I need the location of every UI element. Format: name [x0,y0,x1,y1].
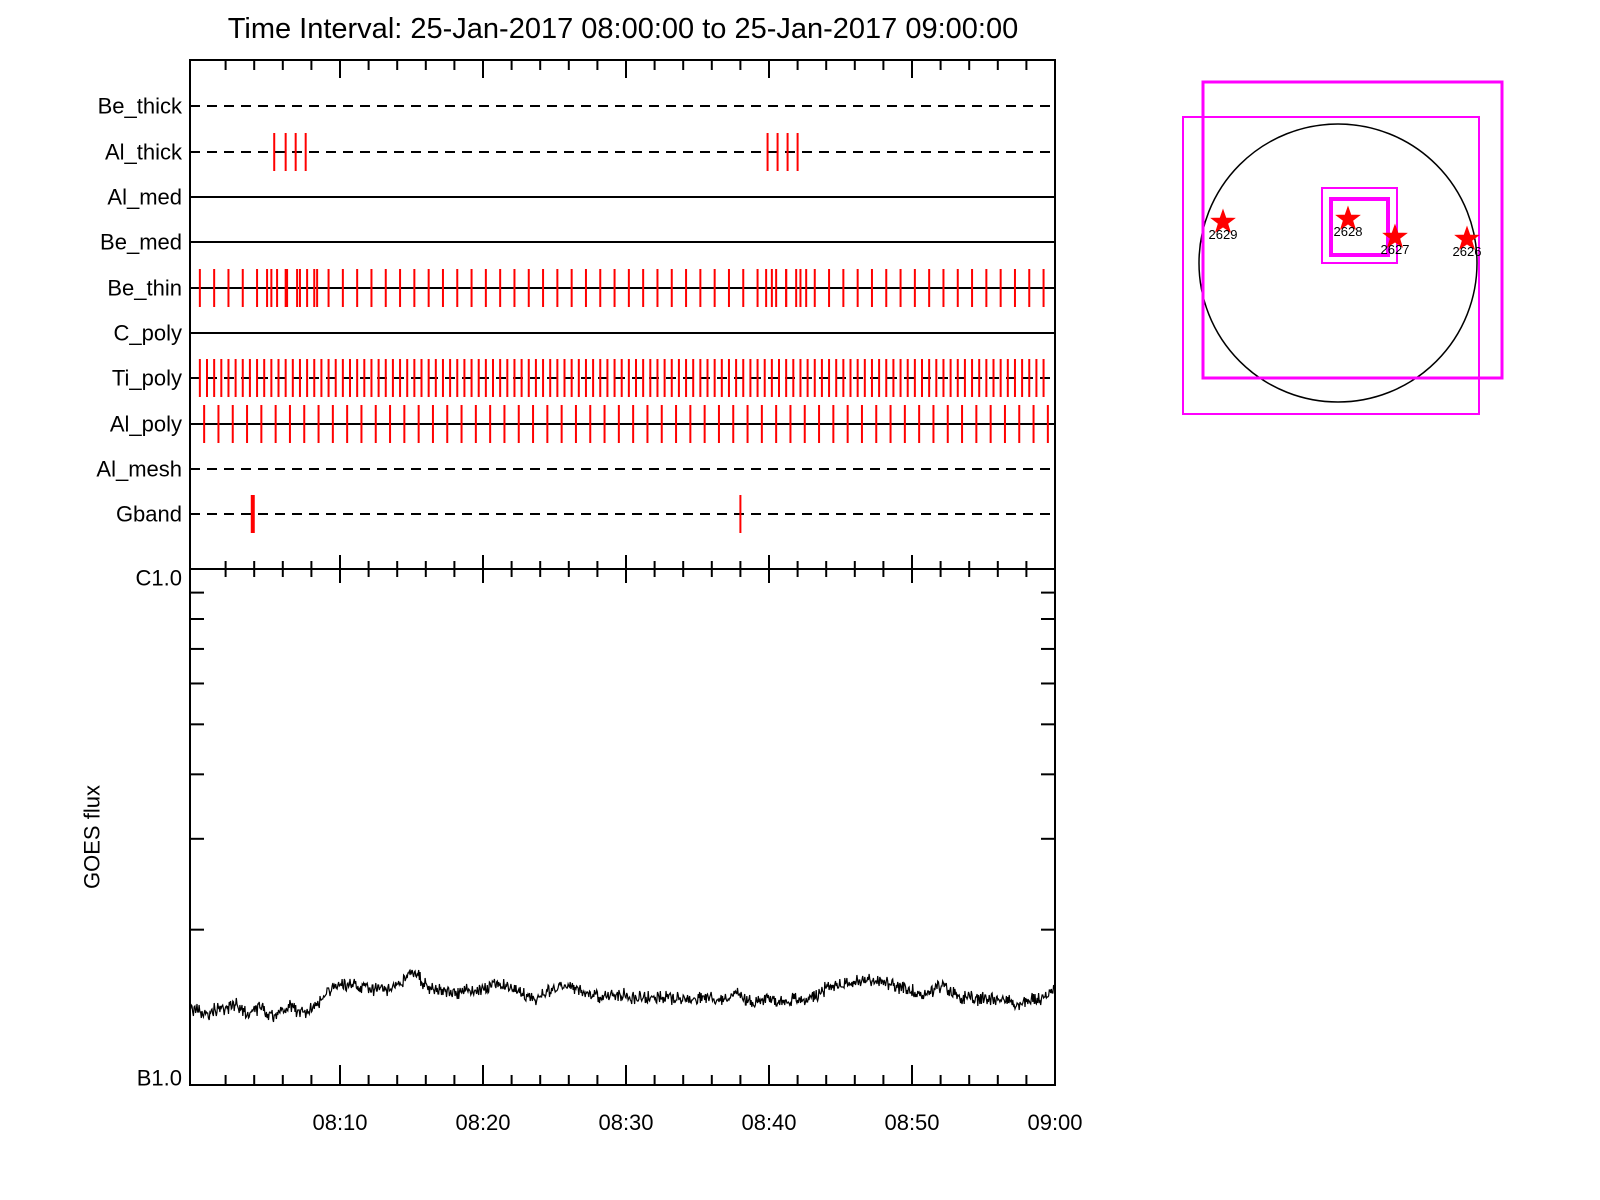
filter-label-ti_poly: Ti_poly [112,366,182,391]
goes-axis-group: C1.0 B1.0 GOES flux 08:10 08:20 08:30 08:40 08:… [80,566,1083,1136]
active-region-label: 2629 [1209,227,1238,242]
goes-ytick-label-top: C1.0 [136,566,182,591]
filter-row-al_mesh: Al_mesh [96,457,1055,482]
active-region-2629: 2629 [1209,208,1238,242]
goes-ytick-label-bottom: B1.0 [137,1066,182,1091]
filter-row-be_med: Be_med [100,230,1055,255]
filter-label-al_med: Al_med [107,185,182,210]
filter-label-be_thick: Be_thick [98,94,183,119]
active-region-label: 2628 [1334,224,1363,239]
active-region-2628: 2628 [1334,205,1363,239]
filter-label-c_poly: C_poly [114,321,182,346]
goes-flux-curve [190,968,1056,1023]
time-tick-label: 08:50 [884,1110,939,1135]
filter-row-al_thick: Al_thick [105,133,1055,171]
active-region-label: 2626 [1453,244,1482,259]
time-tick-label: 08:30 [598,1110,653,1135]
filter-timeline-panel [189,59,1056,570]
filter-row-be_thick: Be_thick [98,94,1055,119]
fov-box-1 [1182,116,1480,415]
filter-row-c_poly: C_poly [114,321,1055,346]
active-region-label: 2627 [1381,242,1410,257]
filter-label-al_thick: Al_thick [105,140,183,165]
xrt-goes-observation-summary: Time Interval: 25-Jan-2017 08:00:00 to 2… [0,0,1600,1200]
filter-label-be_med: Be_med [100,230,182,255]
filter-row-gband: Gband [116,495,1055,533]
observation-chart: Be_thick Al_thick Al_med Be_med Be_thin C_pol… [80,59,1504,1136]
solar-disk-inset: 2629 2628 2627 2626 [1182,80,1504,415]
time-tick-label: 08:20 [455,1110,510,1135]
filter-label-be_thin: Be_thin [107,276,182,301]
filter-row-al_med: Al_med [107,185,1055,210]
time-axis-ticks [224,60,1056,1085]
filter-row-al_poly: Al_poly [110,405,1055,443]
filter-row-be_thin: Be_thin [107,269,1055,307]
filter-label-al_mesh: Al_mesh [96,457,182,482]
filter-label-gband: Gband [116,502,182,527]
filter-row-ti_poly: Ti_poly [112,359,1055,397]
active-region-2627: 2627 [1381,223,1410,257]
active-region-2626: 2626 [1453,225,1482,259]
time-tick-label: 08:10 [312,1110,367,1135]
time-tick-label: 09:00 [1027,1110,1082,1135]
goes-y-axis-title: GOES flux [80,785,105,889]
time-tick-label: 08:40 [741,1110,796,1135]
filter-label-al_poly: Al_poly [110,412,182,437]
